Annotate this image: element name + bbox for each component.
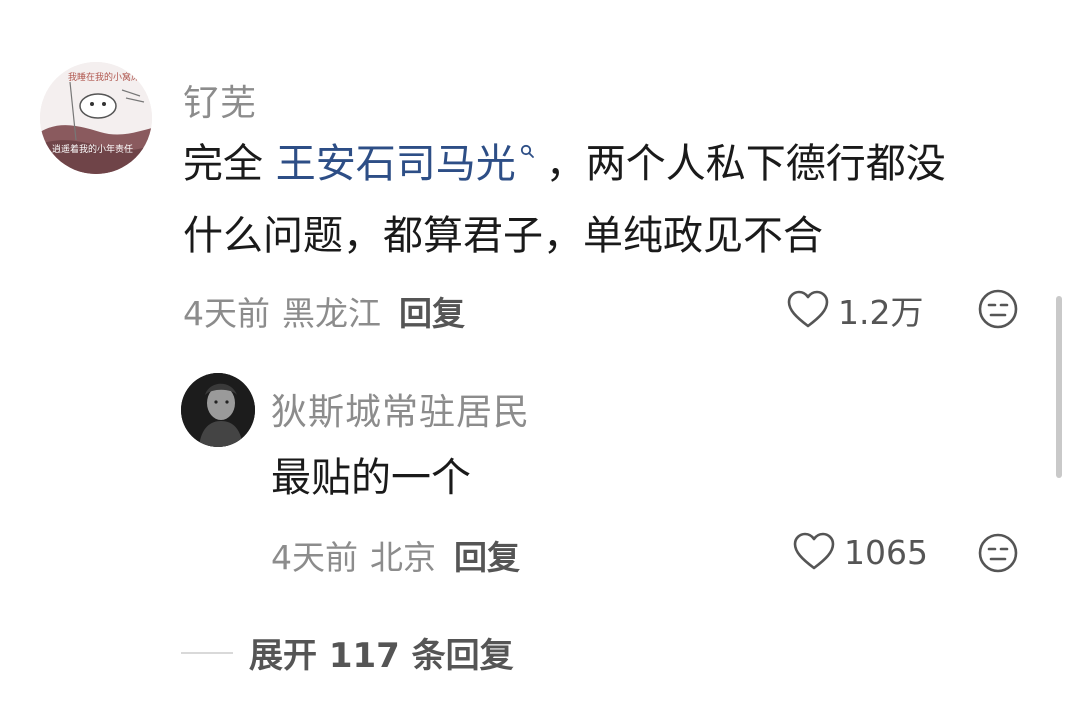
comment-location: 黑龙江 [282, 294, 381, 333]
unamused-face-icon [978, 533, 1018, 573]
avatar-top-text: 我睡在我的小窝床 [68, 71, 140, 83]
reply-time: 4天前 [271, 538, 358, 577]
expand-replies-label: 展开 117 条回复 [249, 636, 514, 676]
avatar-image: 我睡在我的小窝床 逍遥着我的小年责任 [40, 62, 152, 174]
reply-like-button[interactable]: 1065 [792, 532, 928, 572]
avatar-bottom-text: 逍遥着我的小年责任 [52, 143, 133, 155]
reply-location: 北京 [370, 538, 436, 577]
reply-like-count: 1065 [844, 532, 928, 572]
reply-dislike-button[interactable] [977, 532, 1019, 578]
expand-divider [181, 651, 233, 654]
username[interactable]: 钌芜 [183, 74, 257, 126]
search-icon[interactable] [520, 144, 536, 160]
reply-avatar[interactable] [181, 373, 255, 447]
expand-replies-button[interactable]: 展开 117 条回复 [181, 628, 514, 677]
reply-reply-button[interactable]: 回复 [454, 538, 520, 577]
topic-link[interactable]: 王安石司马光 [276, 141, 516, 187]
avatar[interactable]: 我睡在我的小窝床 逍遥着我的小年责任 [40, 62, 152, 174]
reply-button[interactable]: 回复 [399, 294, 465, 333]
unamused-face-icon [978, 289, 1018, 329]
reply-text: 最贴的一个 [271, 455, 471, 501]
comment-time: 4天前 [183, 294, 270, 333]
comment-meta: 4天前 黑龙江 回复 [183, 287, 465, 335]
comment-line-1: 完全 王安石司马光 ，两个人私下德行都没 [183, 128, 946, 200]
dislike-button[interactable] [977, 288, 1019, 334]
comment-line-2: 什么问题，都算君子，单纯政见不合 [183, 213, 823, 259]
heart-icon [793, 532, 835, 570]
comment-text: 完全 王安石司马光 ，两个人私下德行都没 什么问题，都算君子，单纯政见不合 [183, 128, 946, 272]
reply-meta: 4天前 北京 回复 [271, 531, 520, 579]
reply-username[interactable]: 狄斯城常驻居民 [271, 383, 530, 435]
like-count: 1.2万 [838, 293, 924, 332]
heart-icon [787, 290, 829, 328]
comment-text-suffix: ，两个人私下德行都没 [545, 141, 946, 187]
reply-avatar-image [181, 373, 255, 447]
comment-text-prefix: 完全 [183, 141, 276, 187]
like-button[interactable]: 1.2万 [786, 286, 923, 334]
scrollbar[interactable] [1056, 296, 1062, 478]
